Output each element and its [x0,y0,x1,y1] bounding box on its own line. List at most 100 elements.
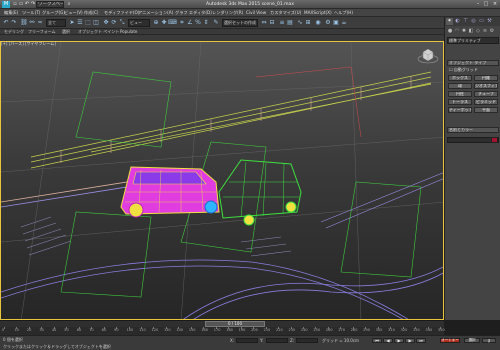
bind-space-warp-icon[interactable]: ≈ [36,19,44,27]
schematic-view-icon[interactable]: ⊞ [304,19,312,27]
rendered-frame-window-icon[interactable]: ▣ [332,19,340,27]
snaps-toggle-icon[interactable]: ⌗ [178,19,186,27]
reference-coordinate-dropdown[interactable]: ビュー [128,19,150,27]
select-manipulate-icon[interactable]: ✚ [160,19,168,27]
prompt-line: クリックまたはクリック＆ドラッグしてオブジェクトを選択 [3,344,111,349]
create-tab-icon[interactable]: ✶ [446,18,453,25]
geometry-icon[interactable]: ● [447,28,453,35]
lights-icon[interactable]: ✹ [461,28,467,35]
selection-filter-dropdown[interactable]: 全て [46,19,66,27]
angle-snap-icon[interactable]: ∠ [186,19,194,27]
cylinder-button[interactable]: 円柱 [448,91,472,97]
search-icon[interactable]: ⌕ [66,1,72,8]
render-production-icon[interactable]: ☕ [340,19,348,27]
spinner-snap-icon[interactable]: ⇕ [202,19,210,27]
menu-customize[interactable]: カスタマイズ(U) [270,9,301,17]
maximize-icon[interactable]: □ [482,1,490,8]
box-button[interactable]: ボックス [448,75,472,81]
object-type-rollout[interactable]: オブジェクト タイプ [447,60,499,66]
display-tab-icon[interactable]: ▭ [478,18,485,25]
workspace-dropdown[interactable]: ワークスペース: 既定 [36,1,64,8]
menu-animation[interactable]: アニメーション(A) [138,9,173,17]
viewcube[interactable] [417,46,439,66]
menu-group[interactable]: グループ(G) [42,9,65,17]
menu-modifiers[interactable]: モディファイヤ(O) [104,9,139,17]
primitive-category-dropdown[interactable]: 標準プリミティブ [447,37,499,44]
menu-view[interactable]: ビュー(V) [64,9,83,17]
tube-button[interactable]: チューブ [474,91,498,97]
named-selection-dropdown[interactable]: 選択セットの作成 [222,19,258,27]
shapes-icon[interactable]: ◠ [454,28,460,35]
motion-tab-icon[interactable]: ◎ [470,18,477,25]
menu-create[interactable]: 作成(C) [84,9,99,17]
select-move-icon[interactable]: ✥ [102,19,110,27]
mirror-icon[interactable]: ⇔ [260,19,268,27]
material-editor-icon[interactable]: ◉ [314,19,322,27]
cameras-icon[interactable]: ◧ [468,28,474,35]
close-icon[interactable]: × [491,1,499,8]
plane-button[interactable]: 平面 [474,107,498,113]
teapot-button[interactable]: ティーポット [448,107,472,113]
menu-maxscript[interactable]: MAXScript(X) [304,9,332,17]
sphere-button[interactable]: 球 [448,83,472,89]
track-bar[interactable]: 0 10 20 30 40 50 60 70 80 90 100 110 120 130 140 150 160… [0,327,445,335]
window-crossing-icon[interactable]: ◫ [92,19,100,27]
pivot-point-icon[interactable]: ⊕ [152,19,160,27]
layer-manager-icon[interactable]: ≡ [278,19,286,27]
geosphere-button[interactable]: ジオスフィア [474,83,498,89]
previous-frame-icon[interactable]: ◀ [383,338,393,343]
scene-explorer-icon[interactable]: ▤ [286,19,294,27]
space-warps-icon[interactable]: ≋ [482,28,488,35]
name-color-rollout[interactable]: 名前とカラー [447,127,499,133]
perspective-viewport[interactable] [0,41,444,320]
key-filters-icon[interactable]: ⚷ [482,338,496,343]
menu-rendering[interactable]: レンダリング(R) [212,9,243,17]
utilities-tab-icon[interactable]: ⚒ [486,18,493,25]
pyramid-button[interactable]: ピラミッド [474,99,498,105]
go-to-end-icon[interactable]: ⏭ [416,338,426,343]
select-rotate-icon[interactable]: ⟳ [110,19,118,27]
hierarchy-tab-icon[interactable]: ⊤ [462,18,469,25]
edit-named-selection-icon[interactable]: ✎ [212,19,220,27]
align-icon[interactable]: ⊟ [268,19,276,27]
next-frame-icon[interactable]: ▶ [405,338,415,343]
render-setup-icon[interactable]: ⚙ [324,19,332,27]
rectangular-selection-icon[interactable]: ⬚ [84,19,92,27]
select-scale-icon[interactable]: ⤡ [118,19,126,27]
modify-tab-icon[interactable]: ◐ [454,18,461,25]
menu-tools[interactable]: ツール(T) [22,9,40,17]
object-color-swatch[interactable] [491,137,498,143]
menu-help[interactable]: ヘルプ(H) [334,9,353,17]
track-tick-label: 100 [126,328,134,332]
set-key-button[interactable]: 選択 [464,338,480,343]
time-slider-track[interactable]: 0 / 100 [0,320,444,327]
z-coordinate-field[interactable] [296,338,318,343]
play-icon[interactable]: ▶ [394,338,404,343]
keyboard-shortcut-icon[interactable]: ⌨ [168,19,177,27]
undo-icon[interactable]: ↶ [2,19,10,27]
curve-editor-icon[interactable]: ∿ [296,19,304,27]
torus-button[interactable]: トーラス [448,99,472,105]
menu-civil-view[interactable]: Civil View [246,9,266,17]
redo-icon[interactable]: ↷ [10,19,18,27]
link-icon[interactable]: ⛓ [20,19,28,27]
app-logo-icon[interactable]: M [2,1,10,8]
menu-edit[interactable]: 編集(E) [4,9,18,17]
x-coordinate-field[interactable] [236,338,258,343]
systems-icon[interactable]: ⚙ [489,28,495,35]
select-object-icon[interactable]: ➤ [68,19,76,27]
autogrid-checkbox[interactable]: ☐ 自動グリッド [449,67,478,73]
percent-snap-icon[interactable]: % [194,19,202,27]
select-by-name-icon[interactable]: ☰ [76,19,84,27]
cone-button[interactable]: 円錐 [474,75,498,81]
auto-key-button[interactable]: オートキー [440,338,460,343]
bounding-boxes [60,71,422,298]
helpers-icon[interactable]: ◇ [475,28,481,35]
viewport-label[interactable]: [+] [パース] [ワイヤフレーム] [1,41,56,46]
menu-graph-editors[interactable]: グラフ エディタ(D) [175,9,212,17]
track-tick-label: 80 [101,328,107,332]
go-to-start-icon[interactable]: ⏮ [372,338,382,343]
unlink-icon[interactable]: ⚯ [28,19,36,27]
y-coordinate-field[interactable] [266,338,288,343]
minimize-icon[interactable]: – [474,1,482,8]
